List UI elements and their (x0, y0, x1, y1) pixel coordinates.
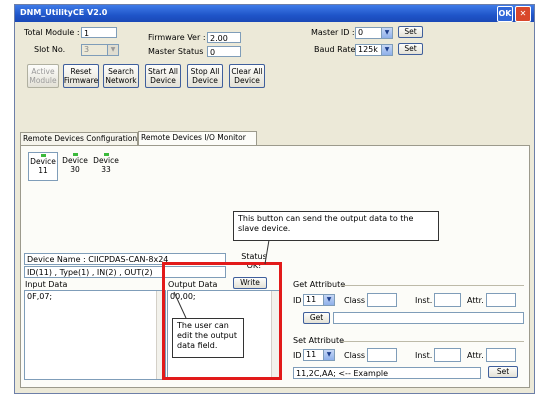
window-title: DNM_UtilityCE V2.0 (20, 8, 108, 17)
ok-button[interactable]: OK (497, 6, 513, 22)
clear-all-line1: Clear All (231, 67, 263, 76)
set-attribute-title: Set Attribute (293, 336, 345, 345)
get-class-field[interactable] (367, 293, 397, 307)
search-network-button[interactable]: Search Network (103, 64, 139, 88)
get-result-field (333, 312, 524, 324)
device-id: 11 (38, 166, 48, 175)
chevron-down-icon: ▼ (107, 45, 118, 55)
write-callout: This button can send the output data to … (233, 211, 439, 241)
write-callout-pointer (264, 240, 270, 265)
search-network-line1: Search (108, 67, 134, 76)
chevron-down-icon: ▼ (323, 295, 334, 305)
tab-remote-devices-io-monitor[interactable]: Remote Devices I/O Monitor (138, 131, 257, 146)
input-data-textarea: 0F,07; (24, 290, 166, 380)
get-inst-label: Inst. (415, 296, 433, 305)
start-all-line2: Device (150, 76, 176, 85)
active-module-button[interactable]: Active Module (27, 64, 59, 88)
device-label: Device (93, 156, 119, 165)
set-class-label: Class (344, 351, 366, 360)
total-module-field[interactable]: 1 (81, 27, 117, 38)
reset-firmware-line2: Firmware (63, 76, 99, 85)
device-label: Device (62, 156, 88, 165)
stop-all-device-button[interactable]: Stop All Device (187, 64, 223, 88)
clear-all-device-button[interactable]: Clear All Device (229, 64, 265, 88)
input-data-value: 0F,07; (27, 292, 53, 301)
chevron-down-icon: ▼ (381, 28, 392, 38)
baud-rate-select[interactable]: 125k ▼ (355, 44, 393, 56)
reset-firmware-line1: Reset (70, 67, 92, 76)
start-all-device-button[interactable]: Start All Device (145, 64, 181, 88)
clear-all-line2: Device (234, 76, 260, 85)
device-item-30[interactable]: Device 30 (61, 152, 89, 179)
stop-all-line2: Device (192, 76, 218, 85)
slot-no-select[interactable]: 3 ▼ (81, 44, 119, 56)
master-status-label: Master Status (148, 47, 204, 56)
input-data-label: Input Data (25, 280, 68, 289)
set-inst-label: Inst. (415, 351, 433, 360)
device-item-33[interactable]: Device 33 (92, 152, 120, 179)
slot-no-label: Slot No. (34, 45, 66, 54)
device-id: 30 (70, 165, 80, 174)
master-id-label: Master ID : (311, 28, 355, 37)
get-attr-label: Attr. (467, 296, 484, 305)
reset-firmware-button[interactable]: Reset Firmware (63, 64, 99, 88)
set-id-select[interactable]: 11 ▼ (303, 349, 335, 361)
master-status-field: 0 (207, 46, 241, 57)
set-id-value: 11 (306, 350, 317, 359)
start-all-line1: Start All (147, 67, 178, 76)
baud-rate-value: 125k (358, 45, 378, 54)
stop-all-line1: Stop All (190, 67, 220, 76)
active-module-line1: Active (31, 67, 55, 76)
get-id-select[interactable]: 11 ▼ (303, 294, 335, 306)
device-item-11[interactable]: Device 11 (28, 152, 58, 181)
set-attr-label: Attr. (467, 351, 484, 360)
device-id: 33 (101, 165, 111, 174)
slot-no-value: 3 (84, 45, 90, 54)
set-class-field[interactable] (367, 348, 397, 362)
set-attribute-button[interactable]: Set (488, 366, 518, 378)
get-attr-field[interactable] (486, 293, 516, 307)
get-attribute-divider (341, 285, 524, 286)
get-inst-field[interactable] (434, 293, 461, 307)
get-class-label: Class (344, 296, 366, 305)
set-id-label: ID (293, 351, 302, 360)
tab-remote-devices-configuration[interactable]: Remote Devices Configuration (20, 132, 138, 145)
close-icon[interactable]: ✕ (515, 6, 531, 22)
set-baud-rate-button[interactable]: Set (398, 43, 423, 55)
active-module-line2: Module (29, 76, 57, 85)
device-label: Device (30, 157, 56, 166)
get-attribute-title: Get Attribute (293, 280, 346, 289)
set-value-field[interactable]: 11,2C,AA; <-- Example (293, 367, 481, 379)
master-id-select[interactable]: 0 ▼ (355, 27, 393, 39)
title-bar: DNM_UtilityCE V2.0 OK ✕ (15, 5, 534, 22)
get-button[interactable]: Get (303, 312, 330, 324)
set-master-id-button[interactable]: Set (398, 26, 423, 38)
search-network-line2: Network (105, 76, 137, 85)
set-attr-field[interactable] (486, 348, 516, 362)
chevron-down-icon: ▼ (323, 350, 334, 360)
set-attribute-divider (341, 341, 524, 342)
firmware-field[interactable]: 2.00 (207, 32, 241, 43)
set-inst-field[interactable] (434, 348, 461, 362)
firmware-label: Firmware Ver : (148, 33, 206, 42)
chevron-down-icon: ▼ (381, 45, 392, 55)
get-id-label: ID (293, 296, 302, 305)
total-module-label: Total Module : (24, 28, 80, 37)
edit-callout-pointer (173, 291, 187, 319)
edit-callout: The user can edit the output data field. (172, 318, 244, 358)
baud-rate-label: Baud Rate (314, 45, 356, 54)
get-id-value: 11 (306, 295, 317, 304)
master-id-value: 0 (358, 28, 364, 37)
